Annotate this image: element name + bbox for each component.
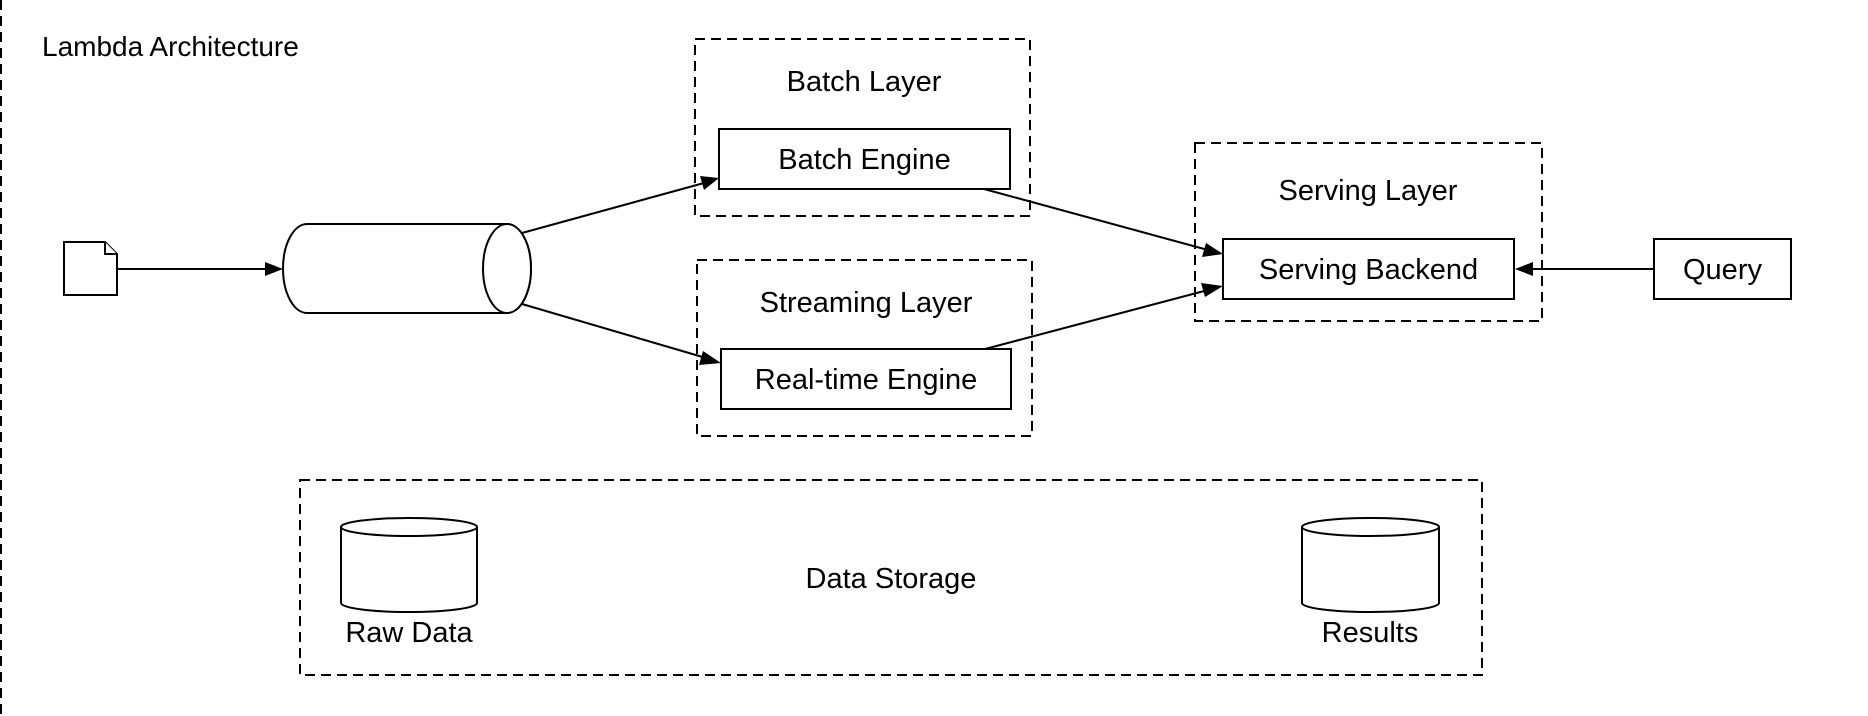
data-storage-label: Data Storage [806, 563, 977, 595]
serving-backend-label: Serving Backend [1259, 254, 1478, 286]
edge-query-to-serving-backend[interactable] [1515, 262, 1654, 276]
edge-document-to-queue[interactable] [117, 262, 283, 276]
lambda-architecture-diagram: Lambda Architecture Batch Layer Streamin… [0, 0, 1792, 716]
batch-engine-node[interactable]: Batch Engine [718, 128, 1011, 190]
arrowhead-icon [700, 176, 719, 190]
raw-data-label: Raw Data [345, 617, 473, 649]
database-top [340, 517, 478, 537]
arrowhead-icon [1515, 262, 1533, 276]
batch-layer-label: Batch Layer [787, 66, 942, 98]
realtime-engine-label: Real-time Engine [755, 364, 977, 396]
query-label: Query [1683, 254, 1762, 286]
document-fold [104, 242, 117, 255]
queue-cylinder-end [482, 223, 532, 314]
arrowhead-icon [1201, 283, 1223, 297]
diagram-title: Lambda Architecture [42, 31, 299, 62]
realtime-engine-node[interactable]: Real-time Engine [720, 348, 1012, 410]
edge-line [521, 182, 705, 234]
raw-data-node[interactable]: Raw Data [340, 517, 478, 649]
database-icon [340, 527, 478, 613]
edge-line [984, 289, 1209, 350]
results-node[interactable]: Results [1301, 517, 1440, 649]
query-node[interactable]: Query [1653, 238, 1792, 300]
edge-queue-to-batch-engine[interactable] [521, 176, 719, 234]
streaming-layer-label: Streaming Layer [760, 287, 973, 319]
arrowhead-icon [699, 351, 721, 365]
database-icon [1301, 527, 1440, 613]
edge-line [983, 188, 1209, 251]
edge-queue-to-realtime-engine[interactable] [521, 303, 721, 365]
results-label: Results [1322, 617, 1419, 649]
serving-backend-node[interactable]: Serving Backend [1222, 238, 1515, 300]
arrowhead-icon [265, 262, 283, 276]
edge-realtime-engine-to-serving-backend[interactable] [984, 283, 1223, 350]
edge-line [521, 303, 707, 359]
serving-layer-label: Serving Layer [1279, 175, 1458, 207]
message-queue-node[interactable] [282, 223, 532, 314]
edge-batch-engine-to-serving-backend[interactable] [983, 188, 1223, 257]
source-document-node[interactable] [63, 241, 118, 296]
arrowhead-icon [1202, 243, 1223, 257]
batch-engine-label: Batch Engine [778, 144, 951, 176]
database-top [1301, 517, 1440, 537]
